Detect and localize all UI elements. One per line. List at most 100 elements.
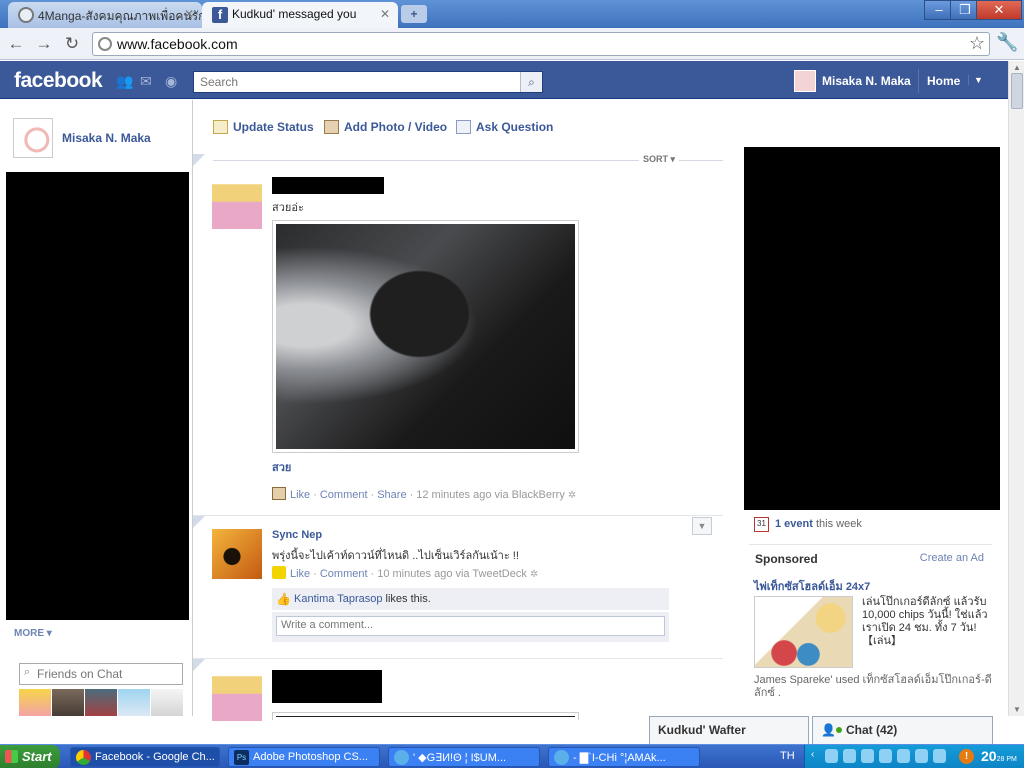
windows-flag-icon (5, 750, 18, 763)
messenger-icon (394, 750, 409, 765)
scroll-down-arrow-icon[interactable]: ▼ (1012, 705, 1022, 714)
tab-title: 4Manga-สังคมคุณภาพเพื่อคนรัก (38, 9, 202, 23)
avatar[interactable] (212, 179, 262, 229)
messages-icon[interactable]: ✉ (140, 74, 156, 88)
comment-input[interactable]: Write a comment... (276, 616, 665, 636)
share-link[interactable]: Share (377, 489, 406, 501)
friend-avatar[interactable] (52, 689, 84, 716)
clock-ampm: PM (1006, 756, 1017, 763)
scroll-up-arrow-icon[interactable]: ▲ (1012, 63, 1022, 72)
story-photo[interactable] (272, 220, 579, 453)
header-profile-link[interactable]: Misaka N. Maka (792, 69, 911, 93)
ad-title-link[interactable]: ไพ่เท็กซัสโฮลด์เอ็ม 24x7 (754, 577, 870, 595)
friend-avatar[interactable] (85, 689, 117, 716)
avatar[interactable] (212, 529, 262, 579)
photo-caption-link[interactable]: สวย (272, 458, 291, 476)
events-summary: 31 1 event this week (754, 517, 862, 532)
task-label: ' ◆G∃И!Θ ¦ I$UM... (413, 752, 507, 764)
comment-link[interactable]: Comment (320, 489, 368, 501)
like-link[interactable]: Like (290, 568, 310, 580)
taskbar-item-photoshop[interactable]: Ps Adobe Photoshop CS... (228, 747, 380, 767)
window-close-button[interactable]: ✕ (976, 0, 1022, 20)
tray-icon[interactable] (843, 749, 856, 763)
page-scrollbar[interactable]: ▲ ▼ (1008, 61, 1024, 716)
chat-conversation-tab[interactable]: Kudkud' Wafter (649, 716, 809, 744)
add-photo-button[interactable]: Add Photo / Video (324, 120, 447, 134)
liker-link[interactable]: Kantima Taprasop (294, 593, 382, 605)
gear-icon[interactable]: ✲ (565, 490, 576, 501)
account-menu-chevron-down-icon[interactable]: ▼ (968, 75, 988, 85)
feed-corner-marker (193, 154, 205, 166)
friend-avatar[interactable] (118, 689, 150, 716)
start-button[interactable]: Start (0, 745, 60, 768)
story-options-chevron-down-icon[interactable]: ▼ (692, 517, 712, 535)
ask-question-button[interactable]: Ask Question (456, 120, 553, 134)
system-tray: ‹ ! 2028 PM (804, 745, 1024, 768)
facebook-logo[interactable]: facebook (14, 69, 103, 93)
ad-image[interactable] (754, 596, 853, 668)
search-icon[interactable]: ⌕ (520, 72, 542, 92)
clock[interactable]: 2028 PM (981, 748, 1017, 764)
update-status-button[interactable]: Update Status (213, 120, 314, 134)
tray-expand-chevron-icon[interactable]: ‹ (811, 749, 814, 760)
tweetdeck-icon (272, 566, 286, 579)
globe-icon (98, 37, 112, 51)
back-arrow-icon[interactable]: ← (5, 33, 27, 55)
tray-icon[interactable] (825, 749, 838, 763)
tab-4manga[interactable]: 4Manga-สังคมคุณภาพเพื่อคนรัก ✕ (8, 2, 202, 28)
story-actions: Like · Comment · Share · 12 minutes ago via Bl… (272, 487, 576, 501)
taskbar-item-chrome[interactable]: Facebook - Google Ch... (70, 747, 220, 767)
chat-friends-search-input[interactable]: ⌕ Friends on Chat (19, 663, 183, 685)
more-link[interactable]: MORE ▾ (14, 628, 52, 639)
reload-icon[interactable]: ↻ (61, 33, 83, 55)
story-author-link[interactable]: Sync Nep (272, 529, 322, 541)
tray-icon[interactable] (879, 749, 892, 763)
ask-question-label: Ask Question (476, 120, 554, 134)
close-tab-icon[interactable]: ✕ (380, 7, 390, 21)
friend-avatar[interactable] (19, 689, 51, 716)
header-user-name: Misaka N. Maka (822, 74, 911, 88)
search-input[interactable]: Search ⌕ (193, 71, 543, 93)
globe-icon (18, 7, 34, 23)
taskbar-item-messenger-2[interactable]: - ▇`I-CHi °¦AMAk... (548, 747, 700, 767)
notifications-globe-icon[interactable]: ◉ (165, 74, 181, 88)
tray-icon[interactable] (861, 749, 874, 763)
create-ad-link[interactable]: Create an Ad (920, 552, 984, 564)
chat-sidebar-tab[interactable]: 👤 Chat (42) (812, 716, 993, 744)
friend-avatar[interactable] (151, 689, 183, 716)
question-icon (456, 120, 471, 134)
tray-icon[interactable] (933, 749, 946, 763)
alert-icon[interactable]: ! (959, 749, 974, 764)
sort-dropdown[interactable]: SORT ▾ (639, 154, 680, 165)
tray-icon[interactable] (897, 749, 910, 763)
task-label: Adobe Photoshop CS... (253, 751, 368, 763)
comment-link[interactable]: Comment (320, 568, 368, 580)
redacted-name (272, 177, 384, 194)
new-tab-button[interactable]: + (401, 5, 427, 23)
events-link[interactable]: 1 event (775, 518, 813, 530)
status-icon (213, 120, 228, 134)
address-bar[interactable]: www.facebook.com ☆ (92, 32, 990, 56)
story-text: พรุ่งนี้จะไปเค้าท์ดาวน์ที่ไหนดิ ..ไปเซ็น… (272, 550, 519, 562)
divider (193, 515, 723, 516)
tab-title: Kudkud' messaged you (232, 7, 357, 21)
language-indicator[interactable]: TH (780, 750, 795, 762)
task-label: - ▇`I-CHi °¦AMAk... (573, 752, 666, 764)
taskbar-item-messenger[interactable]: ' ◆G∃И!Θ ¦ I$UM... (388, 747, 540, 767)
like-link[interactable]: Like (290, 489, 310, 501)
scrollbar-thumb[interactable] (1011, 73, 1023, 109)
story-text: สวยอ่ะ (272, 202, 304, 214)
tray-icon[interactable] (915, 749, 928, 763)
tab-facebook[interactable]: f Kudkud' messaged you ✕ (202, 2, 398, 28)
forward-arrow-icon[interactable]: → (33, 33, 55, 55)
bookmark-star-icon[interactable]: ☆ (969, 33, 985, 54)
wrench-menu-icon[interactable]: 🔧 (996, 32, 1018, 53)
avatar[interactable] (212, 671, 262, 721)
home-link[interactable]: Home (918, 69, 960, 93)
close-tab-icon[interactable]: ✕ (184, 7, 194, 21)
story-photo[interactable] (272, 712, 579, 720)
avatar[interactable] (13, 118, 53, 158)
profile-name-link[interactable]: Misaka N. Maka (62, 131, 151, 145)
gear-icon[interactable]: ✲ (527, 569, 538, 580)
friend-requests-icon[interactable]: 👥 (116, 74, 133, 88)
